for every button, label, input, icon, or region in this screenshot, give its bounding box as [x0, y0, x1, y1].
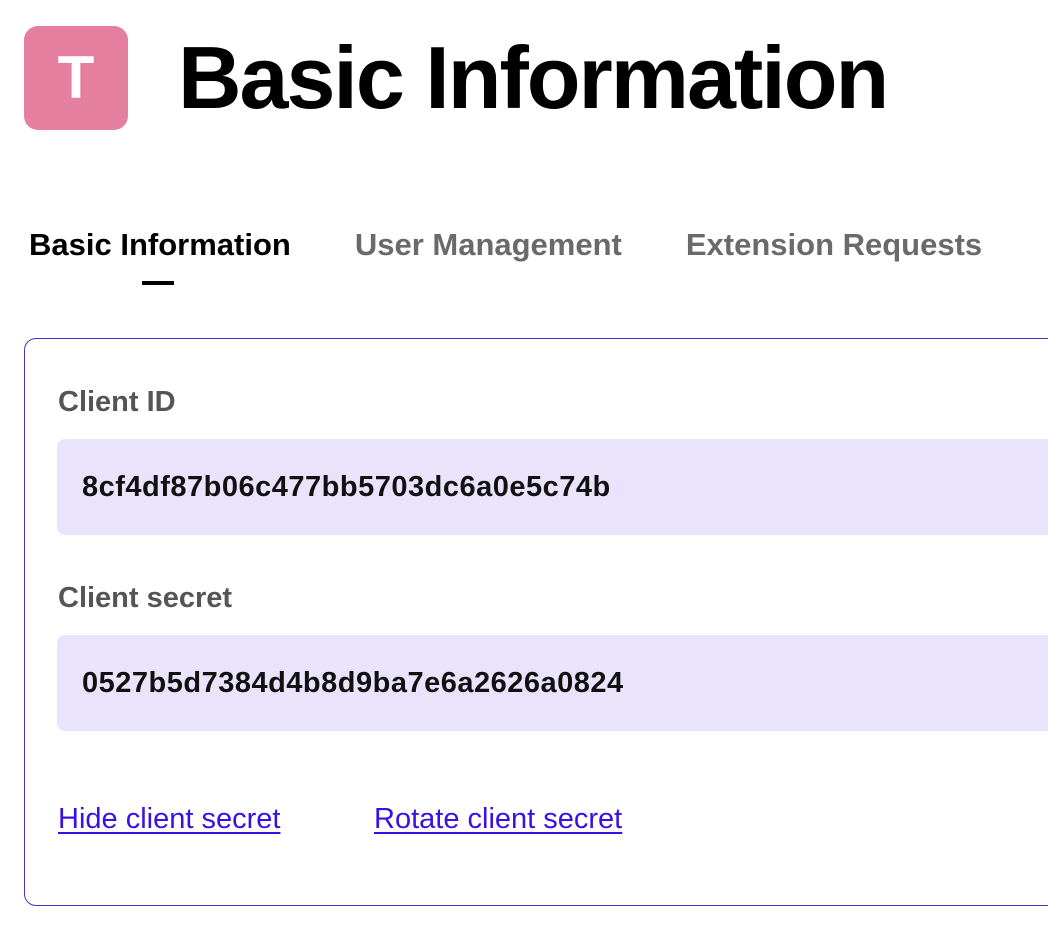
rotate-client-secret-link[interactable]: Rotate client secret — [374, 801, 622, 837]
client-secret-field[interactable]: 0527b5d7384d4b8d9ba7e6a2626a0824 — [57, 635, 1048, 731]
app-avatar: T — [24, 26, 128, 130]
client-secret-label: Client secret — [58, 582, 233, 614]
client-id-label: Client ID — [58, 386, 176, 418]
client-id-field[interactable]: 8cf4df87b06c477bb5703dc6a0e5c74b — [57, 439, 1048, 535]
tab-extension-requests[interactable]: Extension Requests — [686, 226, 982, 264]
active-tab-indicator — [142, 281, 174, 285]
tab-basic-information[interactable]: Basic Information — [29, 226, 291, 285]
tab-user-management[interactable]: User Management — [355, 226, 622, 264]
page: T Basic Information Basic Information Us… — [0, 0, 1048, 932]
tab-bar: Basic Information User Management Extens… — [29, 226, 1046, 285]
tab-label: User Management — [354, 227, 622, 262]
tab-label: Extension Requests — [685, 227, 983, 262]
page-header: T Basic Information — [24, 26, 889, 130]
avatar-letter: T — [57, 44, 95, 111]
hide-client-secret-link[interactable]: Hide client secret — [58, 801, 280, 837]
credentials-card: Client ID 8cf4df87b06c477bb5703dc6a0e5c7… — [24, 338, 1048, 906]
page-title: Basic Information — [178, 28, 889, 127]
tab-label: Basic Information — [29, 227, 291, 262]
